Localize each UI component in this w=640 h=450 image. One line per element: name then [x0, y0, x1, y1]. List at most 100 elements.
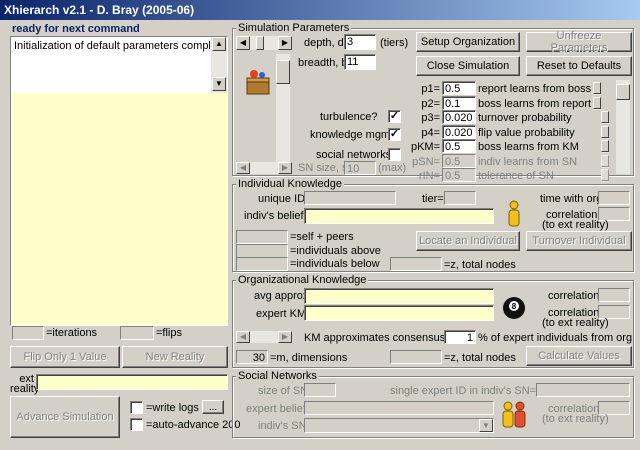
- log-panel: Initialization of default parameters com…: [10, 36, 228, 326]
- rex-field[interactable]: 1: [444, 330, 476, 344]
- indiv-total-nodes-field: [390, 257, 442, 271]
- indiv-correlation-sub: (to ext reality): [542, 219, 609, 231]
- param-slider[interactable]: [600, 126, 610, 139]
- knowledge-mgmt-checkbox[interactable]: ✓: [388, 128, 401, 141]
- slider-left-icon[interactable]: ◀: [236, 36, 250, 50]
- locate-individual-button[interactable]: Locate an Individual: [416, 231, 520, 251]
- param-slider[interactable]: [600, 155, 610, 168]
- sn-size-unit: (max): [378, 162, 407, 174]
- log-browse-button[interactable]: ...: [202, 400, 224, 414]
- avg-approx-field: [304, 288, 494, 304]
- individuals-below-label: =individuals below: [290, 258, 380, 270]
- dimensions-field: 30: [236, 350, 268, 364]
- indiv-beliefs-field: [304, 208, 494, 224]
- social-networks-title: Social Networks: [236, 370, 319, 382]
- ext-reality-field[interactable]: [36, 374, 228, 390]
- knowledge-mgmt-label: knowledge mgmt?: [310, 129, 400, 141]
- flip-only-button[interactable]: Flip Only 1 Value: [10, 346, 120, 368]
- org-correlation-field: [598, 288, 630, 302]
- unique-id-field: [304, 191, 396, 205]
- param-description: turnover probability: [478, 112, 572, 124]
- individual-knowledge-title: Individual Knowledge: [236, 178, 344, 190]
- param-value-field[interactable]: 0.1: [442, 96, 476, 110]
- param-slider[interactable]: [592, 82, 602, 95]
- param-label: p1=: [421, 83, 440, 95]
- param-value-field[interactable]: 0.5: [442, 139, 476, 153]
- expert-beliefs-field: [304, 401, 494, 415]
- sn-size-of-field: [304, 383, 336, 397]
- setup-organization-button[interactable]: Setup Organization: [416, 32, 520, 52]
- sn-size-slider[interactable]: ◀ ▶: [236, 162, 292, 174]
- dimensions-label: =m, dimensions: [270, 352, 348, 364]
- org-total-nodes-field: [390, 350, 442, 364]
- param-label: pKM=: [410, 141, 440, 153]
- depth-unit: (tiers): [380, 37, 409, 49]
- tier-label: tier=: [422, 193, 444, 205]
- svg-text:8: 8: [512, 302, 517, 311]
- single-expert-field: [536, 383, 630, 397]
- org-total-nodes-label: =z, total nodes: [444, 352, 516, 364]
- output-area: [11, 93, 227, 325]
- log-text: Initialization of default parameters com…: [14, 40, 227, 52]
- individuals-above-field: [236, 244, 288, 258]
- param-slider[interactable]: [600, 140, 610, 153]
- param-value-field[interactable]: 0.5: [442, 168, 476, 182]
- param-value-field[interactable]: 0.020: [442, 125, 476, 139]
- flips-label: =flips: [156, 327, 182, 339]
- tier-field: [444, 191, 476, 205]
- sn-correlation-sub: (to ext reality): [542, 413, 609, 425]
- advance-simulation-button[interactable]: Advance Simulation: [10, 396, 120, 438]
- expert-km-field: [304, 305, 494, 321]
- scroll-down-icon[interactable]: ▼: [212, 77, 226, 91]
- param-value-field[interactable]: 0.5: [442, 81, 476, 95]
- auto-advance-checkbox[interactable]: [130, 418, 143, 431]
- new-reality-button[interactable]: New Reality: [122, 346, 228, 368]
- social-networks-label: social networks?: [316, 149, 398, 161]
- time-with-org-field: [598, 191, 630, 205]
- param-slider[interactable]: [592, 97, 602, 110]
- param-label: p2=: [421, 98, 440, 110]
- param-slider[interactable]: [600, 169, 610, 182]
- param-description: indiv learns from SN: [478, 156, 578, 168]
- person-icon: [506, 200, 522, 228]
- chevron-down-icon[interactable]: ▼: [479, 419, 493, 432]
- write-logs-checkbox[interactable]: [130, 401, 143, 414]
- eight-ball-icon: 8: [502, 296, 526, 320]
- turnover-individual-button[interactable]: Turnover Individual: [526, 231, 632, 251]
- param-description: flip value probability: [478, 127, 575, 139]
- ext-reality-label-2: reality: [10, 383, 40, 395]
- social-networks-checkbox[interactable]: [388, 148, 401, 161]
- params-scrollbar[interactable]: [616, 80, 630, 174]
- param-description: boss learns from report: [478, 98, 592, 110]
- breadth-field[interactable]: 11: [344, 54, 376, 70]
- param-value-field[interactable]: 0.5: [442, 154, 476, 168]
- unfreeze-parameters-button[interactable]: Unfreeze Parameters: [526, 30, 632, 54]
- breadth-slider[interactable]: [276, 54, 290, 164]
- slider-right-icon[interactable]: ▶: [278, 36, 292, 50]
- individuals-below-field: [236, 257, 288, 271]
- log-scrollbar[interactable]: ▲ ▼: [211, 37, 227, 93]
- reset-to-defaults-button[interactable]: Reset to Defaults: [526, 56, 632, 76]
- indivs-sn-dropdown[interactable]: ▼: [304, 418, 494, 433]
- km-slider[interactable]: ◀ ▶: [236, 331, 292, 343]
- param-slider[interactable]: [600, 111, 610, 124]
- param-label: pSN=: [412, 156, 440, 168]
- depth-field[interactable]: 3: [344, 34, 376, 50]
- flips-field: [120, 326, 154, 340]
- depth-slider[interactable]: ◀ ▶: [236, 36, 292, 50]
- calculate-values-button[interactable]: Calculate Values: [526, 346, 632, 366]
- turbulence-checkbox[interactable]: ✓: [388, 110, 401, 123]
- param-description: report learns from boss: [478, 83, 592, 95]
- org-correlation-sub: (to ext reality): [542, 317, 609, 329]
- scroll-up-icon[interactable]: ▲: [212, 37, 226, 51]
- simulation-parameters-title: Simulation Parameters: [236, 22, 352, 34]
- status-label: ready for next command: [12, 23, 140, 35]
- sn-size-field[interactable]: 10: [344, 161, 376, 175]
- param-label: rIN=: [418, 170, 440, 182]
- param-value-field[interactable]: 0.020: [442, 110, 476, 124]
- self-peers-label: =self + peers: [290, 231, 354, 243]
- single-expert-label: single expert ID in indiv's SN=: [390, 385, 537, 397]
- km-approx-suffix: % of expert individuals from org: [478, 332, 633, 344]
- close-simulation-button[interactable]: Close Simulation: [416, 56, 520, 76]
- auto-advance-label: =auto-advance 200: [146, 419, 241, 431]
